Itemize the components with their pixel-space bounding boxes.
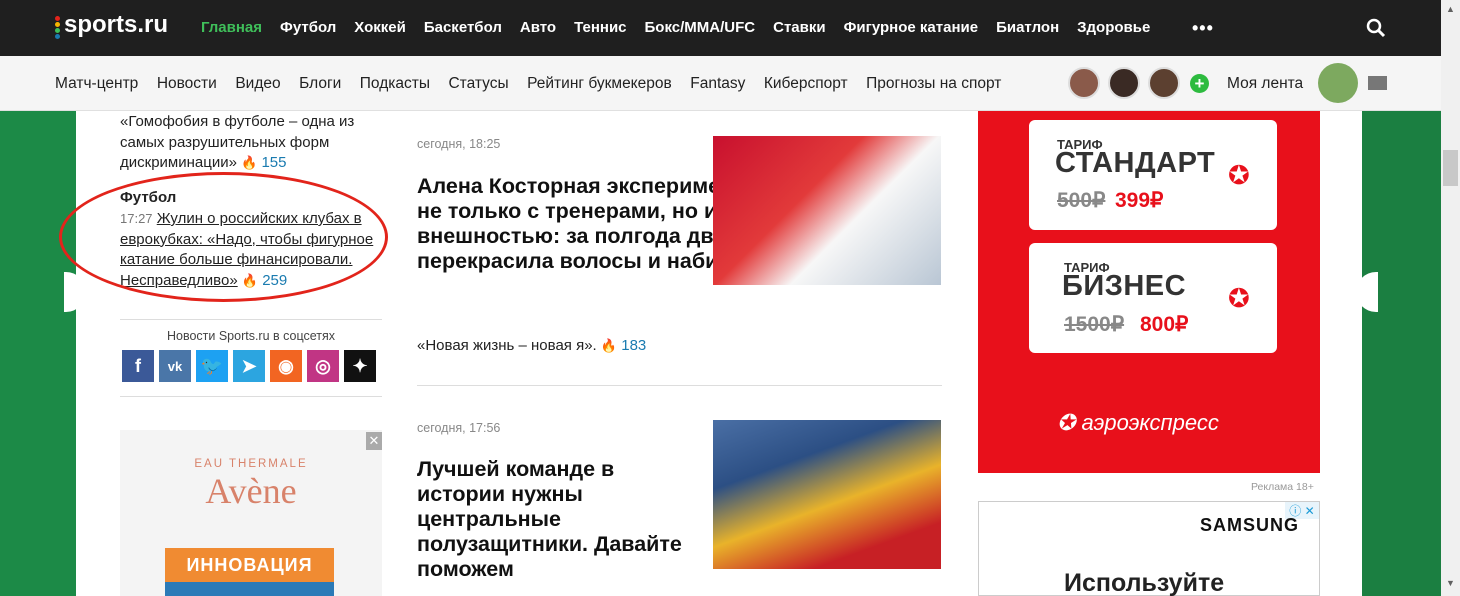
article-title[interactable]: Лучшей команде в истории нужны центральн… (417, 457, 703, 582)
divider (120, 396, 382, 397)
ad-badge: ИННОВАЦИЯ (165, 548, 334, 582)
followed-avatars (1068, 67, 1180, 99)
subnav-podcasts[interactable]: Подкасты (360, 75, 430, 93)
close-ad-icon[interactable]: ✕ (366, 432, 382, 450)
rss-icon[interactable]: ◉ (270, 350, 302, 382)
subnav-esports[interactable]: Киберспорт (764, 75, 848, 93)
article-image[interactable] (713, 136, 941, 285)
vk-icon[interactable]: vk (159, 350, 191, 382)
facebook-icon[interactable]: f (122, 350, 154, 382)
subnav-blogs[interactable]: Блоги (299, 75, 341, 93)
scroll-down-icon[interactable]: ▼ (1446, 578, 1455, 588)
fire-icon: 🔥 (600, 338, 618, 353)
ad-brand: SAMSUNG (1200, 515, 1300, 535)
zen-icon[interactable]: ✦ (344, 350, 376, 382)
subnav-video[interactable]: Видео (235, 75, 280, 93)
ad-brand-logo: Avène (205, 471, 297, 511)
avatar[interactable] (1068, 67, 1100, 99)
more-menu-icon[interactable]: ••• (1192, 18, 1214, 39)
social-links: f vk 🐦 ➤ ◉ ◎ ✦ (122, 350, 376, 382)
scroll-up-icon[interactable]: ▲ (1446, 4, 1455, 14)
tariff-new-price: 800₽ (1140, 313, 1189, 336)
scrollbar[interactable]: ▲ ▼ (1441, 0, 1460, 596)
article-lead-text: «Новая жизнь – новая я». (417, 337, 597, 354)
nav-item-auto[interactable]: Авто (520, 19, 556, 36)
ad-brand-text: аэроэкспресс (1081, 410, 1219, 435)
tariff-old-price: 500₽ (1057, 189, 1106, 212)
nav-item-basketball[interactable]: Баскетбол (424, 19, 502, 36)
nav-item-biathlon[interactable]: Биатлон (996, 19, 1059, 36)
background-right (1362, 111, 1441, 596)
instagram-icon[interactable]: ◎ (307, 350, 339, 382)
background-left (0, 111, 76, 596)
ad-badge-bottom (165, 582, 334, 596)
user-avatar[interactable] (1318, 63, 1358, 103)
ad-text: Используйте (1064, 569, 1225, 596)
nav-item-football[interactable]: Футбол (280, 19, 336, 36)
telegram-icon[interactable]: ➤ (233, 350, 265, 382)
fire-icon: 🔥 (241, 155, 258, 170)
star-icon: ✪ (1228, 160, 1250, 190)
nav-item-hockey[interactable]: Хоккей (354, 19, 406, 36)
quote-news-item[interactable]: «Гомофобия в футболе – одна из самых раз… (120, 112, 370, 174)
aero-star-icon: ✪ (1057, 410, 1082, 435)
twitter-icon[interactable]: 🐦 (196, 350, 228, 382)
my-feed-link[interactable]: Моя лента (1227, 75, 1303, 93)
comment-count: 155 (261, 154, 287, 171)
article-meta: сегодня, 17:56 (417, 421, 501, 435)
comment-count: 183 (621, 337, 647, 354)
main-nav: Главная Футбол Хоккей Баскетбол Авто Тен… (201, 19, 1168, 36)
nav-item-tennis[interactable]: Теннис (574, 19, 626, 36)
article-meta: сегодня, 18:25 (417, 137, 501, 151)
sub-navbar: Матч-центр Новости Видео Блоги Подкасты … (0, 56, 1441, 111)
mail-icon[interactable] (1368, 76, 1387, 90)
subnav-bookmakers[interactable]: Рейтинг букмекеров (527, 75, 672, 93)
nav-item-bets[interactable]: Ставки (773, 19, 825, 36)
avatar[interactable] (1108, 67, 1140, 99)
add-follow-button[interactable]: + (1190, 74, 1209, 93)
scroll-thumb[interactable] (1443, 150, 1458, 186)
social-title: Новости Sports.ru в соцсетях (166, 329, 336, 343)
divider (417, 385, 942, 386)
logo-icon (55, 16, 60, 40)
quote-text: «Гомофобия в футболе – одна из самых раз… (120, 113, 355, 171)
tariff-new-price: 399₽ (1115, 189, 1164, 212)
star-icon: ✪ (1228, 283, 1250, 313)
tariff-old-price: 1500₽ (1064, 313, 1125, 336)
search-icon[interactable] (1366, 18, 1386, 38)
ad-brand: ✪ аэроэкспресс (1057, 410, 1219, 436)
subnav-match-center[interactable]: Матч-центр (55, 75, 138, 93)
subnav-statuses[interactable]: Статусы (448, 75, 508, 93)
nav-item-boxing[interactable]: Бокс/MMA/UFC (645, 19, 756, 36)
highlight-oval (59, 172, 388, 302)
subnav-fantasy[interactable]: Fantasy (690, 75, 745, 93)
article-image[interactable] (713, 420, 941, 569)
divider (120, 319, 382, 320)
tariff-name: БИЗНЕС (1062, 270, 1187, 302)
top-navbar: sports.ru Главная Футбол Хоккей Баскетбо… (0, 0, 1441, 56)
subnav-predictions[interactable]: Прогнозы на спорт (866, 75, 1001, 93)
site-logo[interactable]: sports.ru (64, 11, 168, 39)
tariff-name: СТАНДАРТ (1055, 147, 1216, 179)
sub-nav: Матч-центр Новости Видео Блоги Подкасты … (55, 75, 1020, 93)
nav-item-figure-skating[interactable]: Фигурное катание (844, 19, 978, 36)
subnav-news[interactable]: Новости (157, 75, 217, 93)
nav-item-home[interactable]: Главная (201, 19, 262, 36)
article-lead: «Новая жизнь – новая я». 🔥 183 (417, 337, 646, 354)
ad-label: Реклама 18+ (1251, 481, 1314, 493)
ad-eyebrow: EAU THERMALE (194, 458, 308, 470)
avatar[interactable] (1148, 67, 1180, 99)
nav-item-health[interactable]: Здоровье (1077, 19, 1150, 36)
